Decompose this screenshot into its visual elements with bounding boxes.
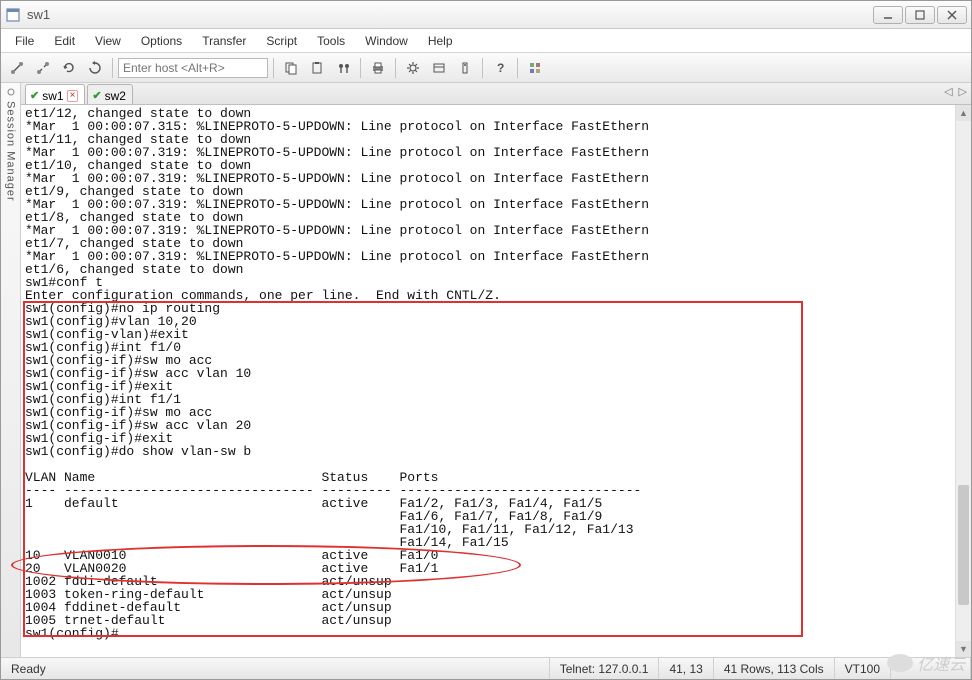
connected-icon: ✔ (30, 89, 39, 102)
svg-text:?: ? (497, 61, 504, 75)
find-icon[interactable] (331, 57, 355, 79)
menu-edit[interactable]: Edit (44, 31, 85, 51)
scroll-up-icon[interactable]: ▲ (956, 105, 971, 121)
terminal-output[interactable]: et1/12, changed state to down *Mar 1 00:… (21, 105, 971, 657)
session-manager-label: Session Manager (5, 101, 17, 202)
status-bar: Ready Telnet: 127.0.0.1 41, 13 41 Rows, … (1, 657, 971, 679)
status-size: 41 Rows, 113 Cols (714, 658, 835, 679)
tab-prev-icon[interactable]: ◁ (944, 85, 952, 98)
menu-options[interactable]: Options (131, 31, 192, 51)
toolbar: ? (1, 53, 971, 83)
status-cursor: 41, 13 (659, 658, 713, 679)
print-icon[interactable] (366, 57, 390, 79)
help-icon[interactable]: ? (488, 57, 512, 79)
menubar: File Edit View Options Transfer Script T… (1, 29, 971, 53)
reconnect-icon[interactable] (57, 57, 81, 79)
maximize-button[interactable] (905, 6, 935, 24)
status-term: VT100 (835, 658, 891, 679)
settings-icon[interactable] (401, 57, 425, 79)
scrollbar-thumb[interactable] (958, 485, 969, 605)
refresh-icon[interactable] (83, 57, 107, 79)
app-icon (5, 7, 21, 23)
scroll-down-icon[interactable]: ▼ (956, 641, 971, 657)
tile-icon[interactable] (523, 57, 547, 79)
menu-transfer[interactable]: Transfer (192, 31, 256, 51)
tab-close-icon[interactable]: × (67, 90, 79, 102)
minimize-button[interactable] (873, 6, 903, 24)
menu-file[interactable]: File (5, 31, 44, 51)
menu-window[interactable]: Window (355, 31, 418, 51)
tab-label: sw1 (42, 89, 63, 103)
session-manager-tab[interactable]: Session Manager (1, 83, 21, 657)
connect-icon[interactable] (5, 57, 29, 79)
menu-help[interactable]: Help (418, 31, 463, 51)
connected-icon: ✔ (92, 89, 101, 102)
scrollbar[interactable]: ▲ ▼ (955, 105, 971, 657)
session-options-icon[interactable] (427, 57, 451, 79)
document-area: ✔ sw1 × ✔ sw2 ◁ ▷ et1/12, changed state … (21, 83, 971, 657)
disconnect-icon[interactable] (31, 57, 55, 79)
menu-tools[interactable]: Tools (307, 31, 355, 51)
close-button[interactable] (937, 6, 967, 24)
menu-script[interactable]: Script (256, 31, 307, 51)
tab-next-icon[interactable]: ▷ (959, 85, 967, 98)
titlebar: sw1 (1, 1, 971, 29)
window-title: sw1 (27, 7, 873, 22)
status-connection: Telnet: 127.0.0.1 (550, 658, 660, 679)
toggle-icon[interactable] (453, 57, 477, 79)
paste-icon[interactable] (305, 57, 329, 79)
pin-icon (6, 87, 16, 97)
tab-strip: ✔ sw1 × ✔ sw2 ◁ ▷ (21, 83, 971, 105)
menu-view[interactable]: View (85, 31, 131, 51)
host-input[interactable] (118, 58, 268, 78)
tab-label: sw2 (105, 89, 126, 103)
main-area: Session Manager ✔ sw1 × ✔ sw2 ◁ ▷ et1/12… (1, 83, 971, 657)
status-ready: Ready (1, 658, 550, 679)
tab-sw2[interactable]: ✔ sw2 (87, 84, 133, 104)
tab-sw1[interactable]: ✔ sw1 × (25, 84, 85, 104)
copy-icon[interactable] (279, 57, 303, 79)
